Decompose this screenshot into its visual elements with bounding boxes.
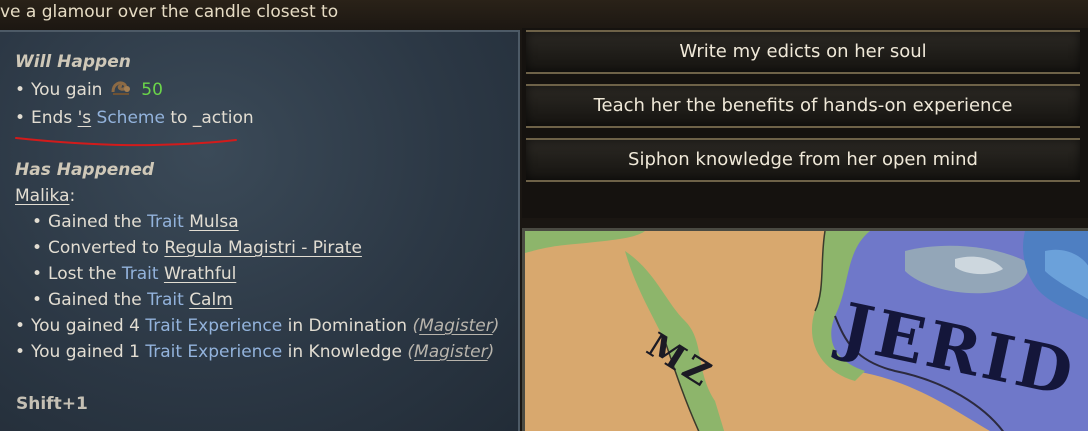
red-underline-annotation: [15, 137, 237, 147]
experience-track: in Knowledge: [287, 342, 402, 362]
event-description: ve a glamour over the candle closest to: [0, 2, 339, 22]
trait-experience-keyword: Trait Experience: [145, 316, 283, 336]
intrigue-icon: [111, 81, 130, 95]
event-options-panel: Write my edicts on her soul Teach her th…: [522, 28, 1088, 218]
experience-line: • You gained 1 Trait Experience in Knowle…: [15, 342, 495, 362]
option-button-siphon[interactable]: Siphon knowledge from her open mind: [526, 138, 1080, 182]
character-line: Malika:: [15, 186, 75, 206]
experience-prefix: You gained: [31, 342, 124, 362]
trait-keyword: Trait: [147, 212, 184, 232]
source-link[interactable]: Magister: [414, 342, 488, 362]
gain-line: • You gain 50: [15, 80, 163, 100]
character-link[interactable]: Malika: [15, 186, 70, 206]
trait-link[interactable]: Mulsa: [189, 212, 238, 232]
experience-amount: 1: [129, 342, 140, 362]
world-map[interactable]: MZ JERID: [522, 228, 1088, 431]
will-happen-heading: Will Happen: [15, 52, 131, 72]
option-label: Write my edicts on her soul: [679, 41, 927, 62]
effect-prefix: Converted to: [48, 238, 159, 258]
trait-keyword: Trait: [147, 290, 184, 310]
has-happened-heading: Has Happened: [15, 160, 155, 180]
effect-prefix: Gained the: [48, 290, 142, 310]
effect-line: • Converted to Regula Magistri - Pirate: [32, 238, 362, 258]
effect-line: • Lost the Trait Wrathful: [32, 264, 237, 284]
ends-prefix: Ends: [31, 108, 73, 128]
gain-value: 50: [141, 80, 163, 100]
effects-tooltip: Will Happen • You gain 50 • Ends 's Scheme…: [0, 30, 520, 431]
trait-keyword: Trait: [121, 264, 159, 284]
character-colon: :: [69, 186, 76, 206]
option-label: Siphon knowledge from her open mind: [628, 149, 978, 170]
event-title-bar: ve a glamour over the candle closest to: [0, 0, 1088, 30]
effect-prefix: Lost the: [48, 264, 117, 284]
gain-prefix: You gain: [31, 80, 103, 100]
scheme-owner-link[interactable]: 's: [78, 108, 92, 128]
experience-track: in Domination: [287, 316, 408, 336]
experience-prefix: You gained: [31, 316, 124, 336]
experience-amount: 4: [129, 316, 140, 336]
ends-suffix: to _action: [170, 108, 254, 128]
option-button-hands-on[interactable]: Teach her the benefits of hands-on exper…: [526, 84, 1080, 128]
effect-line: • Gained the Trait Calm: [32, 290, 233, 310]
effect-line: • Gained the Trait Mulsa: [32, 212, 239, 232]
experience-line: • You gained 4 Trait Experience in Domina…: [15, 316, 500, 336]
ends-scheme-line: • Ends 's Scheme to _action: [15, 108, 254, 128]
scheme-link[interactable]: Scheme: [97, 108, 165, 128]
source-link[interactable]: Magister: [419, 316, 493, 336]
shortcut-hint: Shift+1: [16, 394, 88, 414]
effect-prefix: Gained the: [48, 212, 142, 232]
faith-link[interactable]: Regula Magistri - Pirate: [164, 238, 362, 258]
option-button-edicts[interactable]: Write my edicts on her soul: [526, 30, 1080, 74]
trait-experience-keyword: Trait Experience: [145, 342, 283, 362]
trait-link[interactable]: Calm: [189, 290, 233, 310]
learning-skill-icon: [1084, 90, 1088, 126]
option-label: Teach her the benefits of hands-on exper…: [593, 95, 1013, 116]
trait-link[interactable]: Wrathful: [164, 264, 236, 284]
